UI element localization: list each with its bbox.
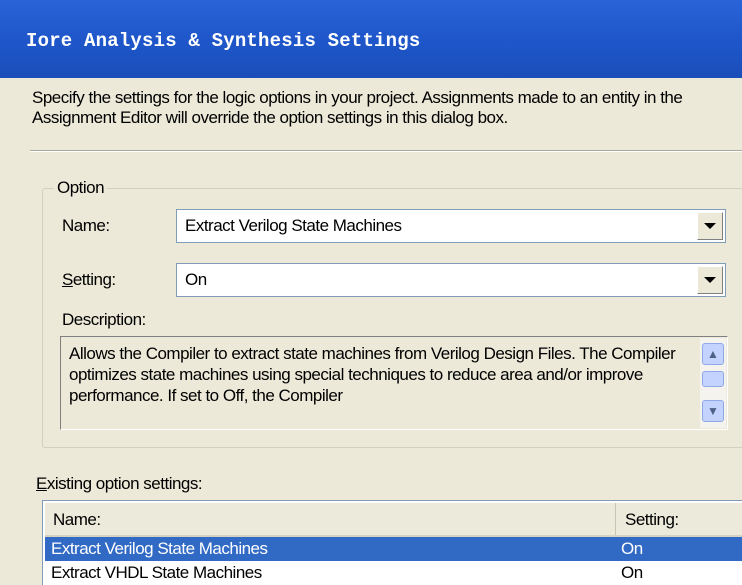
setting-combobox[interactable]: On xyxy=(176,263,726,297)
dialog-title-bar[interactable]: Iore Analysis & Synthesis Settings xyxy=(0,0,742,78)
list-row[interactable]: Extract VHDL State Machines On xyxy=(45,561,742,585)
column-header-name-label: Name: xyxy=(53,510,101,529)
list-header: Name: Setting: xyxy=(45,503,742,537)
existing-settings-label: Existing option settings: xyxy=(36,474,203,494)
description-box[interactable]: Allows the Compiler to extract state mac… xyxy=(60,336,728,430)
setting-dropdown-button[interactable] xyxy=(697,266,723,294)
separator xyxy=(30,150,742,152)
existing-label-rest: xisting option settings: xyxy=(46,474,203,493)
name-label: Name: xyxy=(62,216,110,235)
chevron-up-icon: ▲ xyxy=(707,347,719,361)
chevron-down-icon xyxy=(704,277,716,283)
scroll-down-button[interactable]: ▼ xyxy=(702,400,724,422)
row-name: Extract Verilog State Machines xyxy=(51,539,268,558)
description-label: Description: xyxy=(62,310,146,329)
setting-label: Setting: xyxy=(62,270,116,290)
option-group-label: Option xyxy=(54,178,108,198)
name-dropdown-button[interactable] xyxy=(697,212,723,240)
intro-text: Specify the settings for the logic optio… xyxy=(32,88,683,127)
scroll-up-button[interactable]: ▲ xyxy=(702,343,724,365)
scroll-thumb[interactable] xyxy=(702,371,724,387)
existing-label-accel: E xyxy=(36,474,47,493)
row-setting: On xyxy=(621,563,643,582)
name-combobox[interactable]: Extract Verilog State Machines xyxy=(176,209,726,243)
setting-label-accel: S xyxy=(62,270,73,289)
chevron-down-icon xyxy=(704,223,716,229)
column-header-setting[interactable]: Setting: xyxy=(625,510,679,530)
row-setting: On xyxy=(621,539,643,558)
name-combobox-value: Extract Verilog State Machines xyxy=(185,216,402,235)
row-name: Extract VHDL State Machines xyxy=(51,563,262,582)
description-scrollbar[interactable]: ▲ ▼ xyxy=(700,338,726,428)
dialog-title: Iore Analysis & Synthesis Settings xyxy=(26,30,421,52)
existing-settings-list[interactable]: Name: Setting: Extract Verilog State Mac… xyxy=(42,500,742,585)
setting-label-rest: etting: xyxy=(72,270,116,289)
list-row[interactable]: Extract Verilog State Machines On xyxy=(45,537,742,561)
column-header-name[interactable]: Name: xyxy=(45,503,616,535)
description-text: Allows the Compiler to extract state mac… xyxy=(69,344,676,405)
setting-combobox-value: On xyxy=(185,270,207,289)
chevron-down-icon: ▼ xyxy=(707,404,719,418)
